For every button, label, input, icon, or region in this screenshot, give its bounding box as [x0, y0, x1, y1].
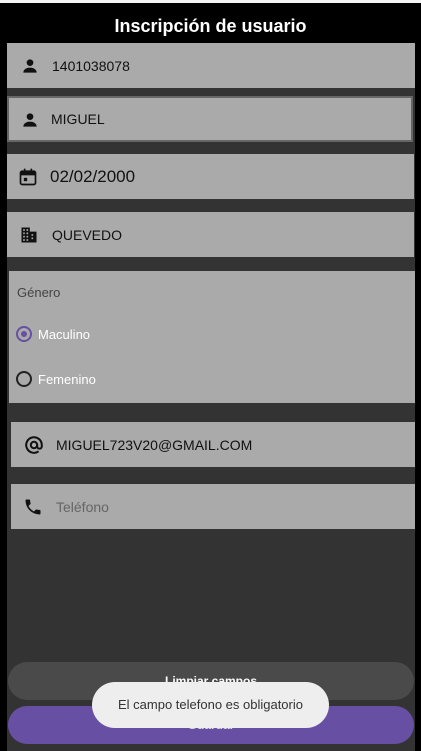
gender-label: Género: [17, 285, 61, 300]
phone-icon: [22, 496, 44, 518]
city-value: QUEVEDO: [52, 226, 123, 243]
name-value: MIGUEL: [51, 111, 105, 127]
top-edge-line: [0, 0, 421, 3]
phone-placeholder: Teléfono: [56, 498, 109, 515]
email-field[interactable]: MIGUEL723V20@GMAIL.COM: [11, 422, 415, 467]
city-field[interactable]: QUEVEDO: [7, 212, 414, 257]
id-number-value: 1401038078: [52, 57, 130, 74]
page-title: Inscripción de usuario: [114, 16, 307, 36]
gender-option-femenino[interactable]: Femenino: [9, 371, 96, 387]
email-value: MIGUEL723V20@GMAIL.COM: [56, 436, 253, 453]
name-field[interactable]: MIGUEL: [7, 96, 413, 142]
toast-message: El campo telefono es obligatorio: [92, 682, 329, 728]
gender-radio-group: Género Maculino Femenino: [9, 271, 415, 403]
radio-unchecked-icon[interactable]: [16, 371, 32, 387]
birthdate-field[interactable]: 02/02/2000: [7, 154, 414, 199]
birthdate-value: 02/02/2000: [50, 166, 136, 186]
calendar-icon: [17, 166, 39, 188]
at-sign-icon: [22, 433, 46, 457]
gender-option-label: Maculino: [38, 326, 91, 342]
gender-option-label: Femenino: [38, 371, 96, 387]
gender-option-masculino[interactable]: Maculino: [9, 326, 90, 342]
id-number-field[interactable]: 1401038078: [7, 43, 415, 88]
phone-field[interactable]: Teléfono: [11, 484, 415, 529]
person-icon: [19, 109, 41, 131]
building-icon: [18, 224, 40, 246]
radio-checked-icon[interactable]: [16, 326, 32, 342]
person-icon: [19, 55, 41, 77]
